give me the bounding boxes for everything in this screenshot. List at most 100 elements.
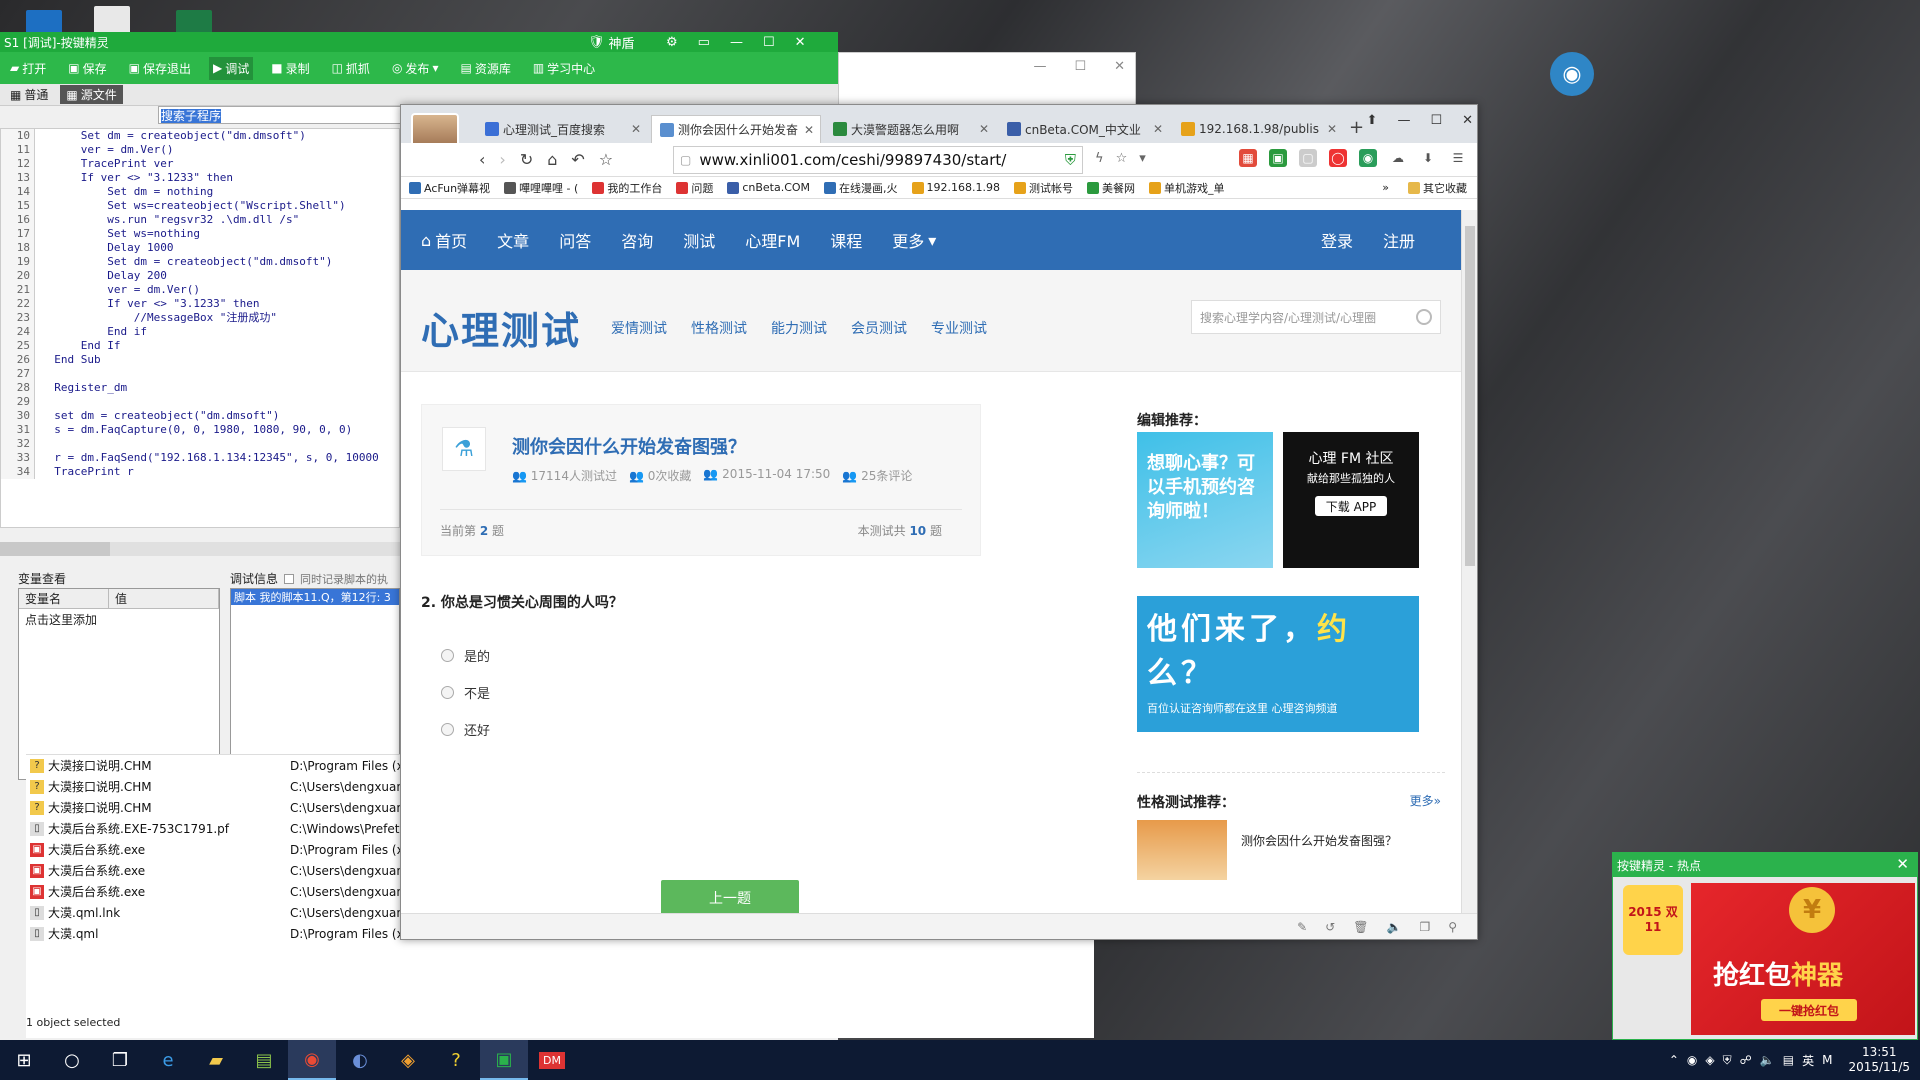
bookmarks-more[interactable]: » <box>1382 181 1389 194</box>
code-line[interactable]: 12 TracePrint ver <box>1 157 399 171</box>
maximize-button[interactable]: ☐ <box>1430 113 1442 128</box>
notepad-button[interactable]: ▤ <box>240 1040 288 1080</box>
option-no[interactable]: 不是 <box>441 683 490 702</box>
dialog-window-controls[interactable]: — ☐ ✕ <box>1033 59 1125 74</box>
edge-button[interactable]: e <box>144 1040 192 1080</box>
prev-question-button[interactable]: 上一题 <box>661 880 799 915</box>
page-scrollbar[interactable] <box>1461 210 1477 915</box>
new-tab-button[interactable]: + <box>1349 117 1364 138</box>
help-button[interactable]: ? <box>432 1040 480 1080</box>
apps-icon[interactable]: ▦ <box>1239 149 1257 167</box>
reload-icon[interactable]: ↻ <box>520 150 533 169</box>
radio-button[interactable] <box>441 723 454 736</box>
more-link[interactable]: 更多» <box>1410 792 1441 809</box>
zoom-icon[interactable]: ⚲ <box>1448 920 1457 934</box>
bookmark-10[interactable]: 单机游戏_单 <box>1149 180 1225 196</box>
nav-test[interactable]: 测试 <box>683 228 715 252</box>
defender-icon[interactable]: ⛨ <box>1723 1053 1732 1068</box>
search-button[interactable]: ○ <box>48 1040 96 1080</box>
ime-indicator[interactable]: 英 <box>1802 1052 1814 1069</box>
nav-more[interactable]: 更多 ▾ <box>892 228 936 252</box>
code-line[interactable]: 33 r = dm.FaqSend("192.168.1.134:12345",… <box>1 451 399 465</box>
bookmark-4[interactable]: 问题 <box>676 180 713 196</box>
code-line[interactable]: 30 set dm = createobject("dm.dmsoft") <box>1 409 399 423</box>
code-line[interactable]: 34 TracePrint r <box>1 465 399 479</box>
minimize-button[interactable]: — <box>1397 113 1410 128</box>
chrome-button[interactable]: ◉ <box>288 1040 336 1080</box>
volume-icon[interactable]: 🔈 <box>1760 1053 1775 1067</box>
code-line[interactable]: 29 <box>1 395 399 409</box>
dropdown-icon[interactable]: ▾ <box>1139 151 1146 166</box>
pin-icon[interactable]: ⬆ <box>1367 113 1378 128</box>
fm-community-ad[interactable]: 心理 FM 社区 献给那些孤独的人 下载 APP <box>1283 432 1419 568</box>
cloud-icon[interactable]: ☁ <box>1389 149 1407 167</box>
code-line[interactable]: 21 ver = dm.Ver() <box>1 283 399 297</box>
code-line[interactable]: 28 Register_dm <box>1 381 399 395</box>
nav-course[interactable]: 课程 <box>830 228 862 252</box>
task-view-button[interactable]: ❐ <box>96 1040 144 1080</box>
ime-mode-icon[interactable]: M <box>1822 1053 1832 1067</box>
bookmark-6[interactable]: 在线漫画,火 <box>824 180 898 196</box>
recommended-thumbnail[interactable] <box>1137 820 1227 880</box>
minimize-button[interactable]: — <box>730 35 743 50</box>
browser-tab-4[interactable]: cnBeta.COM_中文业 ✕ <box>999 115 1169 143</box>
star-icon[interactable]: ☆ <box>599 150 613 169</box>
wifi-icon[interactable]: ◉ <box>1550 52 1594 96</box>
nav-articles[interactable]: 文章 <box>497 228 529 252</box>
open-button[interactable]: ▰ 打开 <box>6 57 50 80</box>
home-icon[interactable]: ⌂ <box>547 150 557 169</box>
security-icon[interactable]: ◈ <box>1705 1053 1714 1067</box>
close-icon[interactable]: ✕ <box>1327 122 1337 136</box>
record-checkbox[interactable] <box>284 573 295 584</box>
record-button[interactable]: ■ 录制 <box>267 57 313 80</box>
code-line[interactable]: 13 If ver <> "3.1233" then <box>1 171 399 185</box>
recommended-title[interactable]: 测你会因什么开始发奋图强？ <box>1241 832 1397 849</box>
option-yes[interactable]: 是的 <box>441 646 490 665</box>
close-icon[interactable]: ✕ <box>1153 122 1163 136</box>
forward-icon[interactable]: › <box>499 150 505 169</box>
maximize-button[interactable]: ☐ <box>763 35 775 50</box>
bookmark-8[interactable]: 测试帐号 <box>1014 180 1073 196</box>
clock[interactable]: 13:51 2015/11/5 <box>1848 1045 1910 1075</box>
globe-button[interactable]: ◐ <box>336 1040 384 1080</box>
learn-button[interactable]: ▥ 学习中心 <box>529 57 599 80</box>
code-line[interactable]: 19 Set dm = createobject("dm.dmsoft") <box>1 255 399 269</box>
cat-pro[interactable]: 专业测试 <box>931 318 987 338</box>
menu-icon[interactable]: ☰ <box>1449 149 1467 167</box>
option-okay[interactable]: 还好 <box>441 720 490 739</box>
code-line[interactable]: 24 End if <box>1 325 399 339</box>
code-line[interactable]: 16 ws.run "regsvr32 .\dm.dll /s" <box>1 213 399 227</box>
nav-home[interactable]: ⌂ 首页 <box>421 228 467 252</box>
browser-tab-5[interactable]: 192.168.1.98/publis ✕ <box>1173 115 1343 143</box>
grab-red-envelope-button[interactable]: 一键抢红包 <box>1761 999 1857 1021</box>
back-icon[interactable]: ‹ <box>479 150 485 169</box>
code-line[interactable]: 22 If ver <> "3.1233" then <box>1 297 399 311</box>
consultants-ad[interactable]: 他们来了，约么？ 百位认证咨询师都在这里 心理咨询频道 <box>1137 596 1419 732</box>
subroutine-search-input[interactable]: 搜索子程序 <box>158 106 408 124</box>
cat-love[interactable]: 爱情测试 <box>611 318 667 338</box>
bookmark-5[interactable]: cnBeta.COM <box>727 181 810 194</box>
horizontal-scrollbar[interactable] <box>0 542 400 556</box>
radio-button[interactable] <box>441 686 454 699</box>
sound-icon[interactable]: 🔈 <box>1386 920 1401 934</box>
debug-output[interactable]: 脚本 我的脚本11.Q，第12行: 3 <box>230 588 400 780</box>
chevron-up-icon[interactable]: ⌃ <box>1669 1053 1679 1067</box>
code-line[interactable]: 10 Set dm = createobject("dm.dmsoft") <box>1 129 399 143</box>
debug-line[interactable]: 脚本 我的脚本11.Q，第12行: 3 <box>231 589 399 605</box>
tab-normal[interactable]: ▦ 普通 <box>4 85 54 104</box>
close-icon[interactable]: ✕ <box>1896 855 1909 873</box>
close-button[interactable]: ✕ <box>795 35 806 50</box>
download-app-button[interactable]: 下载 APP <box>1315 496 1387 516</box>
pin-icon[interactable]: ✎ <box>1297 920 1307 934</box>
nav-qa[interactable]: 问答 <box>559 228 591 252</box>
search-icon[interactable] <box>1416 309 1432 325</box>
history-icon[interactable]: ↺ <box>1325 920 1335 934</box>
code-line[interactable]: 11 ver = dm.Ver() <box>1 143 399 157</box>
resource-button[interactable]: ▤ 资源库 <box>456 57 514 80</box>
code-line[interactable]: 27 <box>1 367 399 381</box>
code-editor[interactable]: 10 Set dm = createobject("dm.dmsoft") 11 … <box>0 128 400 528</box>
window-icon[interactable]: ❐ <box>1419 920 1430 934</box>
trash-icon[interactable]: 🗑 <box>1353 920 1368 934</box>
quiz-title[interactable]: 测你会因什么开始发奋图强？ <box>512 433 746 459</box>
download-icon[interactable]: ⬇ <box>1419 149 1437 167</box>
